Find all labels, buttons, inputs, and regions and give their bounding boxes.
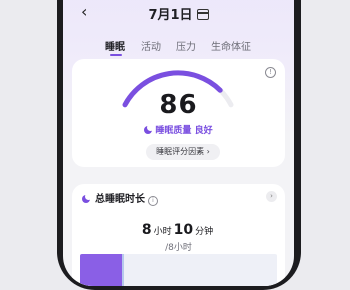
sleep-duration-card: 总睡眠时长 i › 8 小时 10 分钟 /8小时 [72,184,285,286]
chevron-right-icon[interactable]: › [266,191,277,202]
quality-label: 睡眠质量 [155,126,192,136]
screen: ‹ 7月1日 睡眠 活动 压力 生命体征 ! 86 睡眠质量 良好 睡眠评分因素… [63,0,294,286]
sleep-quality: 睡眠质量 良好 [72,123,285,136]
moon-icon [144,124,155,134]
duration-goal: /8小时 [165,243,192,253]
tab-vitals[interactable]: 生命体征 [211,38,251,53]
duration-hours: 8 [141,222,152,238]
deep-sleep-segment [80,254,122,286]
date-label: 7月1日 [148,8,193,23]
tab-activity[interactable]: 活动 [141,38,161,53]
tab-stress[interactable]: 压力 [176,38,196,53]
duration-title: 总睡眠时长 i [82,190,158,206]
minutes-unit: 分钟 [195,227,214,237]
calendar-icon[interactable] [196,9,209,20]
sleep-score-card: ! 86 睡眠质量 良好 睡眠评分因素 › [72,59,285,167]
date-picker[interactable]: 7月1日 [63,4,294,23]
total-duration: 8 小时 10 分钟 [72,219,285,238]
top-bar: ‹ 7月1日 [63,0,294,24]
active-tab-indicator [110,54,122,56]
moon-icon [82,193,92,203]
duration-minutes: 10 [173,222,194,238]
sleep-stage-chart [80,254,277,286]
hours-unit: 小时 [153,227,172,237]
quality-value: 良好 [194,126,213,136]
tab-sleep[interactable]: 睡眠 [105,38,125,53]
tab-bar: 睡眠 活动 压力 生命体征 [63,38,294,58]
light-sleep-segment [122,254,124,286]
info-icon[interactable]: i [148,196,158,206]
duration-title-label: 总睡眠时长 [95,194,145,205]
sleep-score: 86 [159,90,198,120]
score-factors-button[interactable]: 睡眠评分因素 › [146,144,220,160]
